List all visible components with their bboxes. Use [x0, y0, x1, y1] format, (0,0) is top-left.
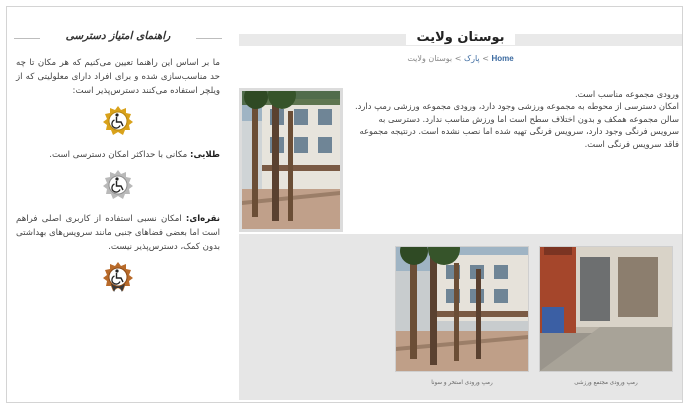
- gallery-image-sports-ramp[interactable]: [539, 246, 673, 372]
- park-hero-image[interactable]: [239, 81, 343, 232]
- page-title-text: بوستان ولایت: [406, 30, 515, 45]
- accessibility-guide-sidebar: راهنمای امتیاز دسترسی ما بر اساس این راه…: [14, 30, 222, 400]
- silver-description: نقره‌ای: امکان نسبی استفاده از کاربری اص…: [16, 212, 220, 254]
- park-description: ورودی مجموعه مناسب است. امکان دسترسی از …: [353, 88, 679, 150]
- breadcrumb-home-link[interactable]: Home: [491, 54, 513, 63]
- sidebar-header: راهنمای امتیاز دسترسی: [14, 30, 222, 46]
- gold-description: طلایی: مکانی با حداکثر امکان دسترسی است.: [16, 148, 220, 162]
- photo-gallery: رمپ ورودی مجتمع ورزشی رمپ ورودی استخر و …: [239, 234, 682, 400]
- breadcrumb-separator: >: [482, 54, 489, 63]
- gallery-caption-sports-ramp: رمپ ورودی مجتمع ورزشی: [574, 380, 638, 386]
- header-rule-right: [196, 38, 222, 39]
- gold-text: مکانی با حداکثر امکان دسترسی است.: [49, 150, 191, 160]
- gallery-caption-pool-ramp: رمپ ورودی استخر و سونا: [431, 380, 493, 386]
- description-line-1: ورودی مجموعه مناسب است.: [575, 89, 679, 99]
- gallery-image-pool-ramp[interactable]: [395, 246, 529, 372]
- header-rule-left: [14, 38, 40, 39]
- breadcrumb-park-link[interactable]: پارک: [464, 54, 480, 63]
- description-line-2: امکان دسترسی از محوطه به مجموعه ورزشی وج…: [354, 101, 679, 149]
- silver-badge-icon: [103, 170, 133, 200]
- breadcrumb-separator: >: [454, 54, 462, 63]
- breadcrumb-current: بوستان ولایت: [407, 54, 453, 63]
- bronze-badge-icon: [103, 262, 133, 292]
- park-detail-main: بوستان ولایت Home > پارک > بوستان ولایت: [239, 30, 682, 400]
- page-title: بوستان ولایت: [239, 30, 682, 45]
- breadcrumb: Home > پارک > بوستان ولایت: [239, 54, 682, 63]
- silver-label: نقره‌ای:: [185, 214, 220, 224]
- gold-label: طلایی:: [190, 150, 220, 160]
- gold-badge-icon: [103, 106, 133, 136]
- sidebar-title: راهنمای امتیاز دسترسی: [65, 30, 171, 42]
- sidebar-intro: ما بر اساس این راهنما تعیین می‌کنیم که ه…: [16, 58, 220, 96]
